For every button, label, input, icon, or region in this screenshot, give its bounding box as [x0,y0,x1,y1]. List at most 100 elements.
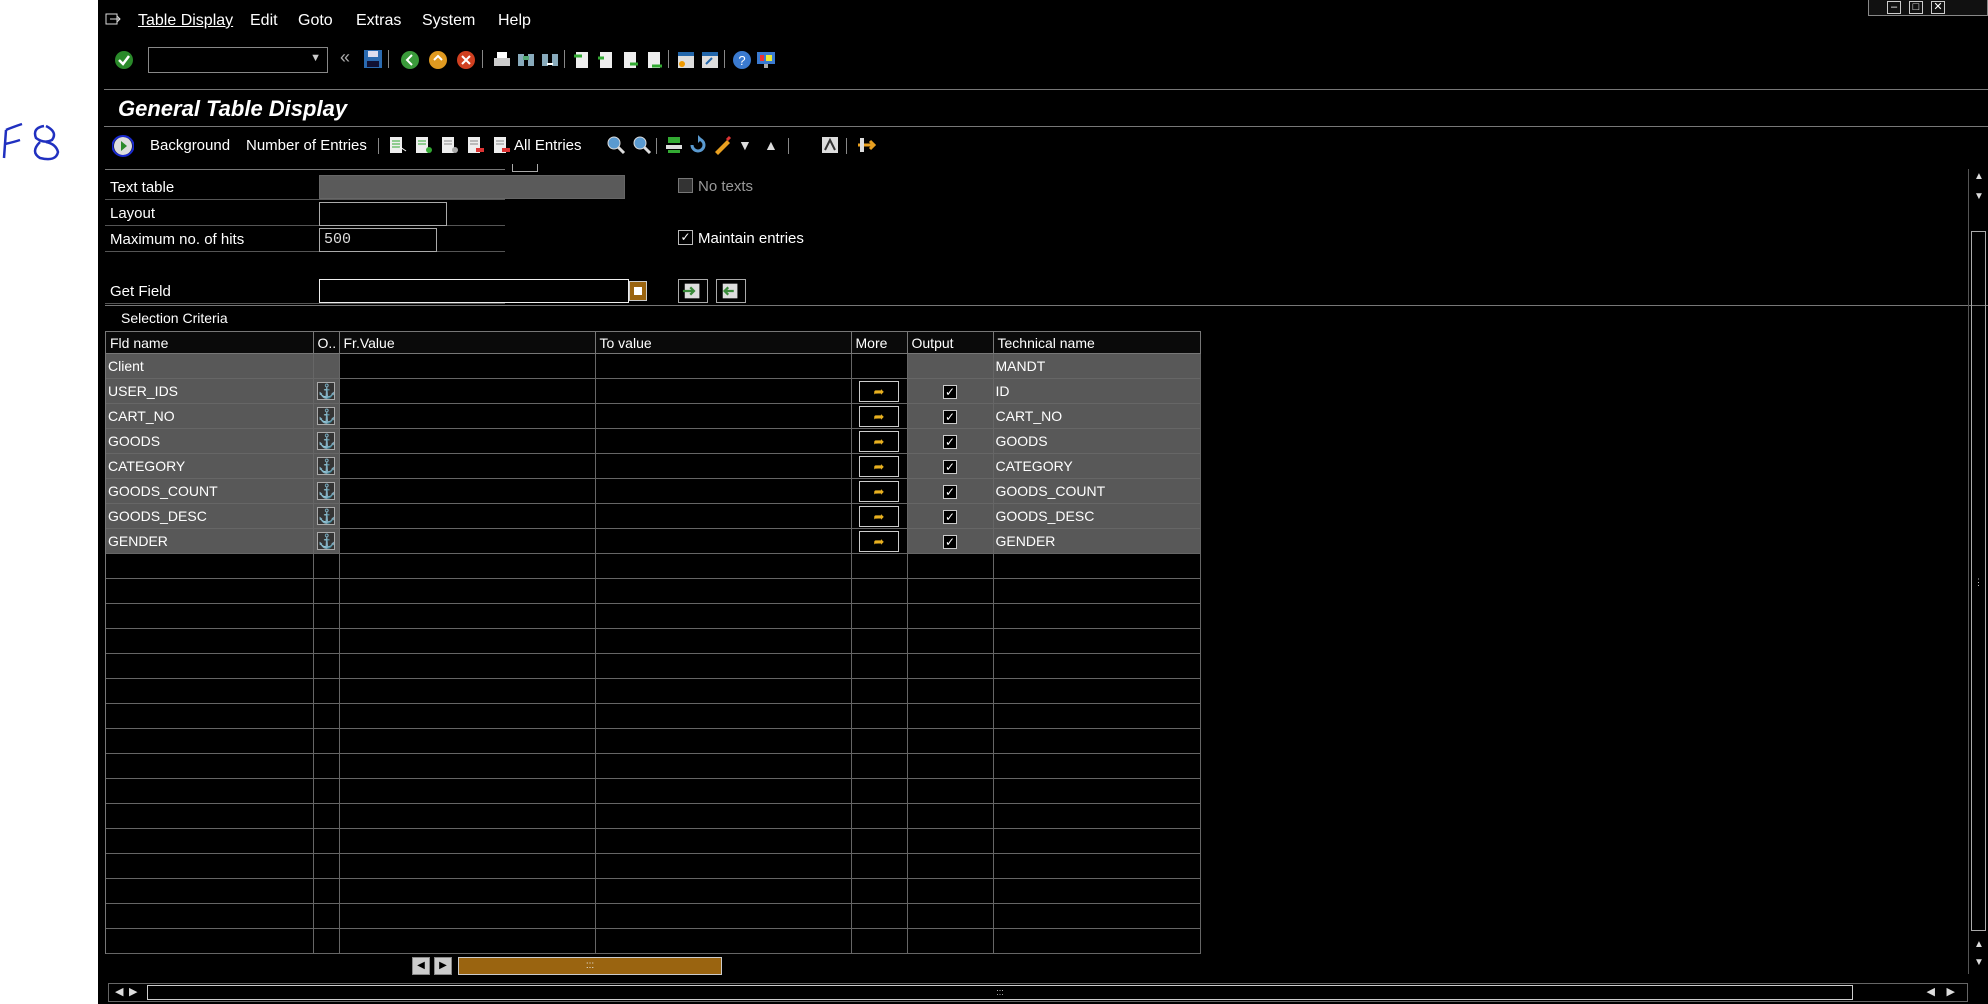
cancel-icon[interactable] [456,50,476,70]
scroll-up-arrow[interactable]: ▲ [1974,171,1984,182]
empty-cell[interactable] [339,803,596,829]
background-button[interactable]: Background [150,137,230,154]
exit-icon[interactable] [428,50,448,70]
to-value-cell[interactable] [595,503,852,529]
options-cell[interactable]: ⚓ [313,403,340,429]
layout-field[interactable] [319,202,447,226]
output-checkbox[interactable]: ✓ [943,460,957,474]
enter-check-icon[interactable] [114,50,134,70]
to-value-cell[interactable] [595,478,852,504]
from-value-cell[interactable] [339,428,596,454]
empty-cell[interactable] [339,603,596,629]
from-value-cell[interactable] [339,528,596,554]
from-value-cell[interactable] [339,403,596,429]
maintain-entries-checkbox[interactable]: ✓ [678,230,693,245]
max-hits-field[interactable]: 500 [319,228,437,252]
to-value-cell[interactable] [595,378,852,404]
empty-cell[interactable] [595,728,852,754]
multiple-selection-icon[interactable]: ➦ [859,455,899,477]
zoom-out-icon[interactable] [632,135,652,155]
back-icon[interactable] [400,50,420,70]
output-cell[interactable]: ✓ [907,478,994,504]
empty-cell[interactable] [595,653,852,679]
col-to-value[interactable]: To value [595,331,852,354]
to-value-cell[interactable] [595,403,852,429]
close-button[interactable]: ✕ [1931,1,1945,14]
empty-cell[interactable] [339,928,596,954]
vertical-scrollbar[interactable]: ▲ ▼ ⋮ ▲ ▼ [1968,169,1988,974]
all-entries-button[interactable]: All Entries [514,137,582,154]
from-value-cell[interactable] [339,478,596,504]
technical-names-icon[interactable] [820,135,840,155]
scroll-left-arrow[interactable]: ◀ [1927,985,1935,998]
col-output[interactable]: Output [907,331,994,354]
shortcut-icon[interactable] [700,50,720,70]
from-value-cell[interactable] [339,353,596,379]
empty-cell[interactable] [595,828,852,854]
chevron-down-icon[interactable]: ▼ [310,52,321,64]
number-of-entries-button[interactable]: Number of Entries [246,137,367,154]
multiple-selection-icon[interactable]: ➦ [859,505,899,527]
vertical-scroll-thumb[interactable]: ⋮ [1971,231,1986,931]
output-checkbox[interactable]: ✓ [943,410,957,424]
empty-cell[interactable] [339,828,596,854]
col-from-value[interactable]: Fr.Value [339,331,596,354]
options-cell[interactable]: ⚓ [313,478,340,504]
output-cell[interactable]: ✓ [907,403,994,429]
options-cell[interactable]: ⚓ [313,528,340,554]
system-menu-icon[interactable] [105,12,121,26]
empty-cell[interactable] [595,578,852,604]
options-cell[interactable]: ⚓ [313,378,340,404]
maximize-button[interactable]: □ [1909,1,1923,14]
to-value-cell[interactable] [595,453,852,479]
anchor-icon[interactable]: ⚓ [317,382,335,400]
more-cell[interactable]: ➦ [851,403,908,429]
from-value-cell[interactable] [339,503,596,529]
pencil-icon[interactable] [712,135,732,155]
more-cell[interactable]: ➦ [851,528,908,554]
variant-save-icon[interactable] [414,135,434,155]
options-cell[interactable]: ⚓ [313,453,340,479]
empty-cell[interactable] [595,628,852,654]
empty-cell[interactable] [339,628,596,654]
text-table-field[interactable] [319,175,625,199]
minimize-button[interactable]: – [1887,1,1901,14]
empty-cell[interactable] [595,928,852,954]
col-options[interactable]: O.. [313,331,340,354]
empty-cell[interactable] [595,803,852,829]
multiple-selection-icon[interactable]: ➦ [859,380,899,402]
more-cell[interactable]: ➦ [851,428,908,454]
double-chevron-left-icon[interactable]: « [340,47,350,68]
get-field-help-button[interactable] [629,281,647,301]
first-page-icon[interactable] [572,50,592,70]
previous-page-icon[interactable] [596,50,616,70]
more-cell[interactable]: ➦ [851,503,908,529]
output-cell[interactable]: ✓ [907,428,994,454]
scroll-right-arrow[interactable]: ▶ [1947,985,1955,998]
empty-cell[interactable] [595,553,852,579]
scroll-thumb[interactable]: ::: [458,957,722,975]
more-cell[interactable]: ➦ [851,378,908,404]
menu-edit[interactable]: Edit [250,12,278,30]
variant-display-icon[interactable] [440,135,460,155]
col-more[interactable]: More [851,331,908,354]
help-icon[interactable]: ? [732,50,752,70]
options-cell[interactable]: ⚓ [313,428,340,454]
menu-help[interactable]: Help [498,12,531,30]
get-field-input[interactable] [319,279,629,303]
anchor-icon[interactable]: ⚓ [317,407,335,425]
more-cell[interactable] [851,353,908,379]
anchor-icon[interactable]: ⚓ [317,432,335,450]
empty-cell[interactable] [339,778,596,804]
create-session-icon[interactable] [676,50,696,70]
menu-goto[interactable]: Goto [298,12,333,30]
multiple-selection-icon[interactable]: ➦ [859,480,899,502]
empty-cell[interactable] [339,753,596,779]
more-cell[interactable]: ➦ [851,478,908,504]
output-checkbox[interactable]: ✓ [943,435,957,449]
page-horizontal-scrollbar[interactable]: ◀ ▶ ::: ◀ ▶ [108,983,1968,1002]
anchor-icon[interactable]: ⚓ [317,532,335,550]
output-cell[interactable]: ✓ [907,453,994,479]
empty-cell[interactable] [339,553,596,579]
output-checkbox[interactable]: ✓ [943,535,957,549]
